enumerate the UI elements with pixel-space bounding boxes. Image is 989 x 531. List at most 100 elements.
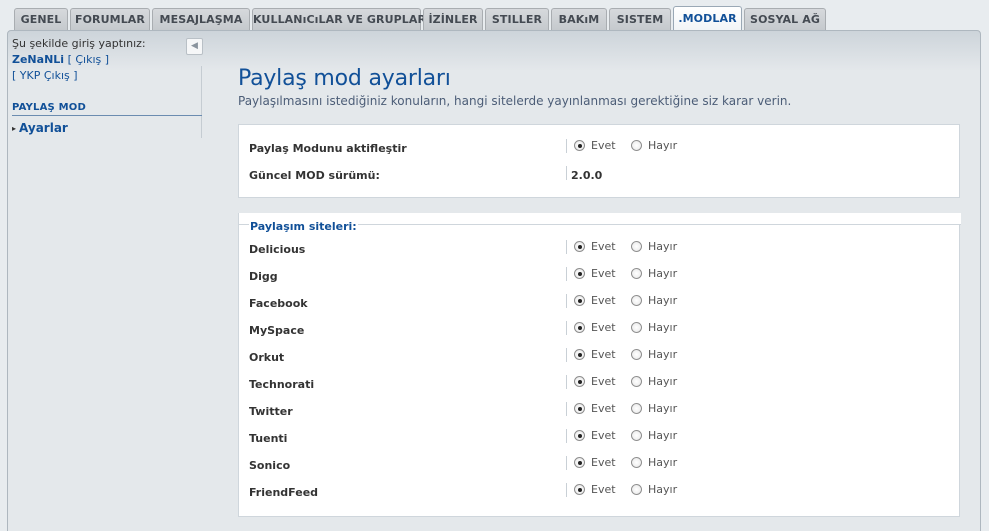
radio-selected-icon[interactable] bbox=[574, 376, 585, 387]
radio-selected-icon[interactable] bbox=[574, 403, 585, 414]
radio-unselected-icon[interactable] bbox=[631, 457, 642, 468]
site-yes-option[interactable]: Evet bbox=[574, 402, 616, 415]
radio-unselected-icon[interactable] bbox=[631, 484, 642, 495]
site-row: Digg Evet Hayır bbox=[239, 263, 959, 290]
radio-selected-icon[interactable] bbox=[574, 349, 585, 360]
sharing-sites-legend: Paylaşım siteleri: bbox=[249, 220, 358, 233]
version-value: 2.0.0 bbox=[571, 169, 603, 182]
site-yes-option[interactable]: Evet bbox=[574, 348, 616, 361]
logout-link[interactable]: [ Çıkış ] bbox=[68, 53, 109, 66]
tab-styles[interactable]: STILLER bbox=[485, 8, 549, 30]
site-no-option[interactable]: Hayır bbox=[631, 429, 677, 442]
site-no-option[interactable]: Hayır bbox=[631, 294, 677, 307]
site-no-option[interactable]: Hayır bbox=[631, 375, 677, 388]
site-no-option[interactable]: Hayır bbox=[631, 240, 677, 253]
site-row: FriendFeed Evet Hayır bbox=[239, 479, 959, 506]
yes-label: Evet bbox=[591, 139, 616, 152]
activate-row: Paylaş Modunu aktifleştir Evet Hayır bbox=[239, 135, 959, 162]
site-name-label: Sonico bbox=[249, 459, 291, 472]
tab-maintenance[interactable]: BAKıM bbox=[551, 8, 607, 30]
tab-mods[interactable]: .MODLAR bbox=[673, 6, 742, 31]
tab-social-network[interactable]: SOSYAL AĞ bbox=[744, 8, 826, 30]
bullet-arrow-icon: ▸ bbox=[12, 124, 17, 133]
ykp-logout-link[interactable]: [ YKP Çıkış ] bbox=[12, 68, 78, 84]
radio-selected-icon[interactable] bbox=[574, 295, 585, 306]
menu-heading: PAYLAŞ MOD bbox=[12, 102, 202, 116]
row-divider bbox=[566, 348, 567, 362]
site-yes-option[interactable]: Evet bbox=[574, 456, 616, 469]
radio-unselected-icon[interactable] bbox=[631, 403, 642, 414]
site-no-option[interactable]: Hayır bbox=[631, 348, 677, 361]
site-name-label: MySpace bbox=[249, 324, 305, 337]
radio-selected-icon[interactable] bbox=[574, 430, 585, 441]
tab-permissions[interactable]: İZİNLER bbox=[423, 8, 483, 30]
site-no-option[interactable]: Hayır bbox=[631, 267, 677, 280]
row-divider bbox=[566, 267, 567, 281]
site-name-label: Twitter bbox=[249, 405, 293, 418]
no-label: Hayır bbox=[648, 267, 678, 280]
site-row: Sonico Evet Hayır bbox=[239, 452, 959, 479]
tab-system[interactable]: SISTEM bbox=[609, 8, 671, 30]
radio-unselected-icon[interactable] bbox=[631, 430, 642, 441]
sidebar-item-settings[interactable]: ▸ Ayarlar bbox=[12, 121, 68, 135]
sidebar-item-label: Ayarlar bbox=[19, 121, 68, 135]
site-yes-option[interactable]: Evet bbox=[574, 267, 616, 280]
yes-label: Evet bbox=[591, 483, 616, 496]
activate-label: Paylaş Modunu aktifleştir bbox=[249, 142, 407, 155]
radio-selected-icon[interactable] bbox=[574, 457, 585, 468]
no-label: Hayır bbox=[648, 375, 678, 388]
site-no-option[interactable]: Hayır bbox=[631, 321, 677, 334]
tab-users-groups[interactable]: KULLANıCıLAR VE GRUPLAR bbox=[252, 8, 426, 30]
site-row: Twitter Evet Hayır bbox=[239, 398, 959, 425]
no-label: Hayır bbox=[648, 402, 678, 415]
radio-selected-icon[interactable] bbox=[574, 268, 585, 279]
radio-selected-icon[interactable] bbox=[574, 322, 585, 333]
site-yes-option[interactable]: Evet bbox=[574, 429, 616, 442]
username[interactable]: ZeNaNLi bbox=[12, 53, 64, 66]
no-label: Hayır bbox=[648, 348, 678, 361]
site-row: MySpace Evet Hayır bbox=[239, 317, 959, 344]
site-yes-option[interactable]: Evet bbox=[574, 375, 616, 388]
radio-selected-icon[interactable] bbox=[574, 241, 585, 252]
radio-unselected-icon[interactable] bbox=[631, 376, 642, 387]
site-yes-option[interactable]: Evet bbox=[574, 294, 616, 307]
radio-selected-icon[interactable] bbox=[574, 484, 585, 495]
radio-unselected-icon[interactable] bbox=[631, 268, 642, 279]
login-user-line: ZeNaNLi [ Çıkış ] bbox=[12, 52, 109, 68]
row-divider bbox=[566, 429, 567, 443]
yes-label: Evet bbox=[591, 294, 616, 307]
site-yes-option[interactable]: Evet bbox=[574, 483, 616, 496]
yes-label: Evet bbox=[591, 267, 616, 280]
site-no-option[interactable]: Hayır bbox=[631, 402, 677, 415]
site-name-label: Delicious bbox=[249, 243, 306, 256]
site-row: Facebook Evet Hayır bbox=[239, 290, 959, 317]
yes-label: Evet bbox=[591, 348, 616, 361]
version-label: Güncel MOD sürümü: bbox=[249, 169, 380, 182]
site-row: Technorati Evet Hayır bbox=[239, 371, 959, 398]
activate-no-option[interactable]: Hayır bbox=[631, 139, 677, 152]
radio-unselected-icon[interactable] bbox=[631, 295, 642, 306]
collapse-sidebar-icon[interactable]: ◀ bbox=[186, 38, 203, 55]
site-row: Delicious Evet Hayır bbox=[239, 236, 959, 263]
site-no-option[interactable]: Hayır bbox=[631, 483, 677, 496]
radio-unselected-icon[interactable] bbox=[631, 349, 642, 360]
site-row: Tuenti Evet Hayır bbox=[239, 425, 959, 452]
tab-forums[interactable]: FORUMLAR bbox=[70, 8, 150, 30]
row-divider bbox=[566, 166, 567, 180]
radio-unselected-icon[interactable] bbox=[631, 241, 642, 252]
row-divider bbox=[566, 375, 567, 389]
yes-label: Evet bbox=[591, 429, 616, 442]
site-yes-option[interactable]: Evet bbox=[574, 240, 616, 253]
site-yes-option[interactable]: Evet bbox=[574, 321, 616, 334]
activate-yes-option[interactable]: Evet bbox=[574, 139, 616, 152]
radio-unselected-icon[interactable] bbox=[631, 140, 642, 151]
site-no-option[interactable]: Hayır bbox=[631, 456, 677, 469]
yes-label: Evet bbox=[591, 456, 616, 469]
page-description: Paylaşılmasını istediğiniz konuların, ha… bbox=[238, 94, 792, 108]
yes-label: Evet bbox=[591, 321, 616, 334]
radio-selected-icon[interactable] bbox=[574, 140, 585, 151]
yes-label: Evet bbox=[591, 240, 616, 253]
radio-unselected-icon[interactable] bbox=[631, 322, 642, 333]
tab-messaging[interactable]: MESAJLAŞMA bbox=[152, 8, 250, 30]
tab-general[interactable]: GENEL bbox=[14, 8, 68, 30]
